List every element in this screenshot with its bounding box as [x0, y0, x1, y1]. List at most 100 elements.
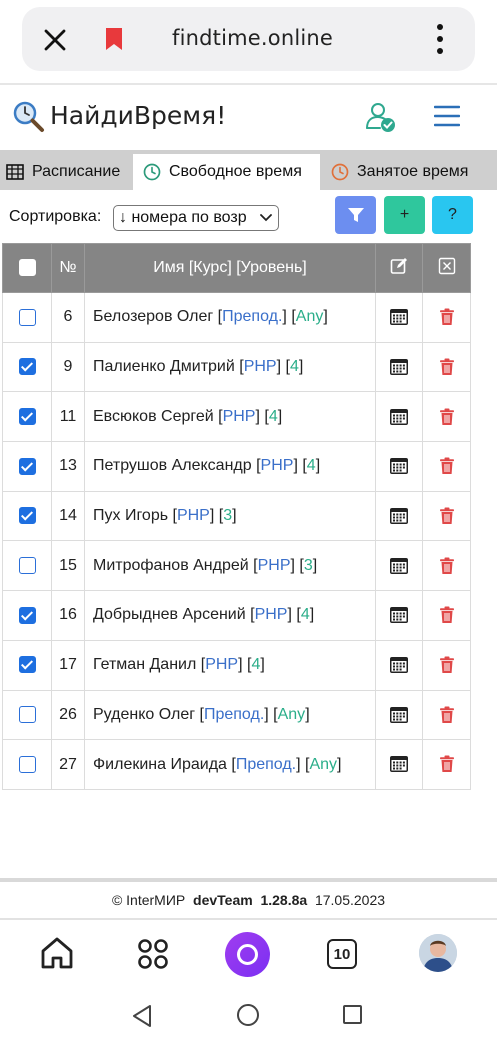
address-bar[interactable]: findtime.online: [22, 7, 475, 71]
schedule-cell[interactable]: [375, 490, 423, 542]
row-checkbox[interactable]: [18, 755, 36, 773]
row-checkbox[interactable]: [18, 407, 36, 425]
calendar-icon[interactable]: [389, 457, 409, 475]
menu-icon[interactable]: [434, 105, 460, 127]
select-all-header[interactable]: [2, 243, 52, 293]
row-select-cell[interactable]: [2, 689, 52, 741]
trash-icon[interactable]: [439, 507, 455, 525]
row-checkbox[interactable]: [18, 457, 36, 475]
delete-cell[interactable]: [422, 391, 471, 443]
row-checkbox[interactable]: [18, 606, 36, 624]
trash-icon[interactable]: [439, 457, 455, 475]
row-select-cell[interactable]: [2, 441, 52, 492]
voice-assistant-icon[interactable]: [225, 932, 270, 977]
tab-busy-time[interactable]: Занятое время: [323, 154, 497, 190]
delete-cell[interactable]: [422, 292, 471, 343]
calendar-icon[interactable]: [389, 706, 409, 724]
person-course[interactable]: Препод.: [236, 756, 296, 773]
add-button[interactable]: +: [384, 196, 425, 234]
user-verified-icon[interactable]: [364, 100, 398, 134]
person-course[interactable]: Препод.: [204, 706, 264, 723]
person-course[interactable]: PHP: [177, 507, 210, 524]
close-icon[interactable]: [42, 27, 68, 53]
person-course[interactable]: PHP: [258, 557, 291, 574]
trash-icon[interactable]: [439, 408, 455, 426]
sort-select[interactable]: ↓ номера по возр: [113, 205, 279, 231]
tab-free-time[interactable]: Свободное время: [133, 154, 320, 190]
filter-button[interactable]: [335, 196, 376, 234]
system-home-icon[interactable]: [237, 1004, 259, 1026]
schedule-cell[interactable]: [375, 739, 423, 790]
trash-icon[interactable]: [439, 308, 455, 326]
tab-schedule[interactable]: Расписание: [0, 154, 130, 190]
apps-grid-icon[interactable]: [137, 938, 169, 970]
person-level[interactable]: Any: [309, 756, 337, 773]
trash-icon[interactable]: [439, 557, 455, 575]
avatar[interactable]: [419, 934, 457, 972]
schedule-cell[interactable]: [375, 540, 423, 592]
row-checkbox[interactable]: [18, 308, 36, 326]
calendar-icon[interactable]: [389, 656, 409, 674]
calendar-icon[interactable]: [389, 408, 409, 426]
delete-cell[interactable]: [422, 341, 471, 393]
person-course[interactable]: PHP: [223, 408, 256, 425]
row-select-cell[interactable]: [2, 739, 52, 790]
recent-apps-icon[interactable]: [343, 1005, 362, 1024]
calendar-icon[interactable]: [389, 557, 409, 575]
clear-header[interactable]: [422, 243, 471, 293]
row-select-cell[interactable]: [2, 391, 52, 443]
row-checkbox[interactable]: [18, 706, 36, 724]
delete-cell[interactable]: [422, 540, 471, 592]
person-level[interactable]: 4: [301, 606, 310, 623]
delete-cell[interactable]: [422, 739, 471, 790]
calendar-icon[interactable]: [389, 358, 409, 376]
row-checkbox[interactable]: [18, 656, 36, 674]
more-vertical-icon[interactable]: [434, 23, 446, 55]
schedule-cell[interactable]: [375, 391, 423, 443]
person-course[interactable]: PHP: [255, 606, 288, 623]
person-level[interactable]: 4: [307, 457, 316, 474]
trash-icon[interactable]: [439, 706, 455, 724]
person-level[interactable]: 3: [223, 507, 232, 524]
person-course[interactable]: PHP: [244, 358, 277, 375]
calendar-icon[interactable]: [389, 308, 409, 326]
delete-cell[interactable]: [422, 590, 471, 641]
person-course[interactable]: PHP: [261, 457, 294, 474]
delete-cell[interactable]: [422, 639, 471, 691]
schedule-cell[interactable]: [375, 292, 423, 343]
tabs-counter-button[interactable]: 10: [327, 939, 357, 969]
select-all-checkbox[interactable]: [18, 259, 36, 277]
delete-cell[interactable]: [422, 490, 471, 542]
row-select-cell[interactable]: [2, 639, 52, 691]
schedule-cell[interactable]: [375, 639, 423, 691]
person-course[interactable]: PHP: [205, 656, 238, 673]
calendar-icon[interactable]: [389, 755, 409, 773]
row-select-cell[interactable]: [2, 292, 52, 343]
trash-icon[interactable]: [439, 606, 455, 624]
person-level[interactable]: Any: [278, 706, 306, 723]
person-level[interactable]: 3: [304, 557, 313, 574]
row-checkbox[interactable]: [18, 507, 36, 525]
row-select-cell[interactable]: [2, 490, 52, 542]
bookmark-icon[interactable]: [104, 26, 124, 52]
delete-cell[interactable]: [422, 689, 471, 741]
trash-icon[interactable]: [439, 656, 455, 674]
home-icon[interactable]: [40, 936, 74, 970]
edit-header[interactable]: [375, 243, 423, 293]
schedule-cell[interactable]: [375, 689, 423, 741]
trash-icon[interactable]: [439, 755, 455, 773]
schedule-cell[interactable]: [375, 590, 423, 641]
person-course[interactable]: Препод.: [222, 308, 282, 325]
schedule-cell[interactable]: [375, 441, 423, 492]
person-level[interactable]: 4: [269, 408, 278, 425]
help-button[interactable]: ?: [432, 196, 473, 234]
url-text[interactable]: findtime.online: [172, 26, 333, 50]
back-icon[interactable]: [131, 1004, 153, 1028]
row-checkbox[interactable]: [18, 557, 36, 575]
delete-cell[interactable]: [422, 441, 471, 492]
person-level[interactable]: Any: [296, 308, 324, 325]
row-select-cell[interactable]: [2, 540, 52, 592]
calendar-icon[interactable]: [389, 606, 409, 624]
row-select-cell[interactable]: [2, 590, 52, 641]
schedule-cell[interactable]: [375, 341, 423, 393]
